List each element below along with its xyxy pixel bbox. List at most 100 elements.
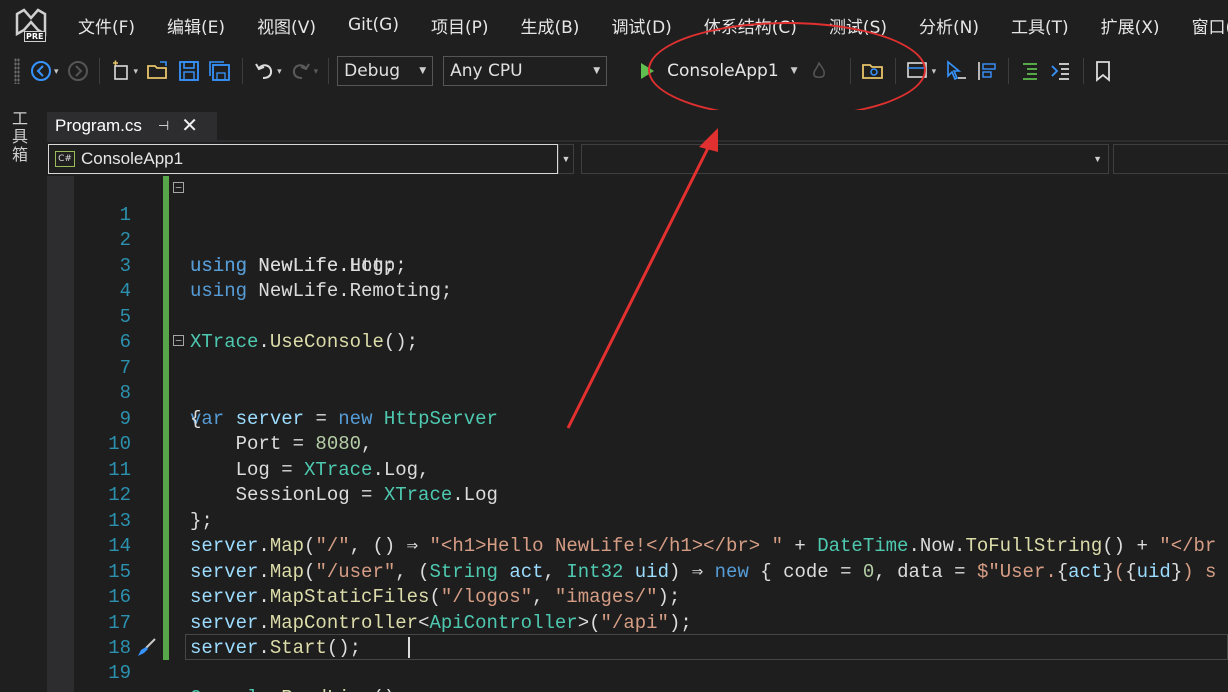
- save-all-button[interactable]: [204, 56, 236, 86]
- menu-window[interactable]: 窗口(W): [1176, 13, 1228, 38]
- new-project-button[interactable]: ▾: [106, 56, 143, 86]
- collapse-icon[interactable]: −: [173, 335, 184, 346]
- preview-badge: PRE: [24, 31, 46, 42]
- code-line: 3 using NewLife.Remoting;: [47, 228, 1228, 303]
- code-line: 1 − using NewLife.Http;: [47, 177, 1228, 277]
- undo-button[interactable]: ▾: [249, 56, 286, 86]
- type-dropdown[interactable]: ▼: [581, 144, 1109, 174]
- code-line: 9 Port = 8080,: [47, 381, 1228, 456]
- browse-folder-button[interactable]: [857, 56, 889, 86]
- platform-value: Any CPU: [450, 61, 523, 81]
- document-tab-strip: Program.cs ⊣ ✕: [47, 110, 1228, 140]
- navigate-forward-button[interactable]: [63, 56, 93, 86]
- align-button[interactable]: [972, 56, 1002, 86]
- open-file-button[interactable]: [142, 56, 174, 86]
- toolbar-separator: [242, 58, 244, 84]
- bookmark-icon: [1096, 61, 1110, 82]
- window-layout-icon: [906, 62, 927, 78]
- solution-platform-select[interactable]: Any CPU ▼: [443, 56, 608, 86]
- layout-button[interactable]: ▾: [902, 56, 941, 86]
- forward-arrow-icon: [67, 61, 88, 81]
- back-arrow-icon: [31, 61, 51, 81]
- chevron-down-icon[interactable]: ▼: [558, 144, 574, 174]
- code-line: 7 − var server = new HttpServer: [47, 330, 1228, 430]
- menu-git[interactable]: Git(G): [332, 15, 415, 35]
- undo-icon: [255, 63, 273, 79]
- navigation-bar: C# ConsoleApp1 ▼ ▼: [47, 142, 1228, 176]
- code-line: 15 server.MapStaticFiles("/logos", "imag…: [47, 534, 1228, 609]
- tab-title: Program.cs: [55, 116, 142, 135]
- menu-edit[interactable]: 编辑(E): [151, 13, 241, 38]
- save-icon: [179, 61, 199, 81]
- code-line: 14 server.Map("/user", (String act, Int3…: [47, 509, 1228, 583]
- standard-toolbar: ▾ ▾ ▾ ▾ Debug ▼ Any CPU ▼ ConsoleApp1 ▼: [0, 50, 1228, 92]
- navigate-back-button[interactable]: ▾: [26, 56, 63, 86]
- chevron-down-icon: ▼: [593, 66, 601, 76]
- code-line: 12 };: [47, 458, 1228, 532]
- toolbar-separator: [1083, 58, 1085, 84]
- play-icon: [641, 63, 655, 79]
- code-line: 2 using NewLife.Log;: [47, 203, 1228, 277]
- pointer-select-icon: [947, 60, 967, 81]
- visual-studio-logo-icon[interactable]: PRE: [14, 8, 48, 42]
- line-number: 19: [108, 661, 131, 684]
- code-cleanup-brush-icon[interactable]: [135, 638, 157, 658]
- folder-search-icon: [861, 64, 883, 79]
- member-dropdown[interactable]: [1113, 144, 1228, 174]
- redo-button[interactable]: ▾: [286, 56, 323, 86]
- comment-lines-button[interactable]: [1015, 56, 1045, 86]
- menu-build[interactable]: 生成(B): [505, 13, 596, 38]
- toolbar-grip[interactable]: [14, 58, 20, 84]
- menu-analyze[interactable]: 分析(N): [903, 13, 995, 38]
- toolbar-separator: [894, 58, 896, 84]
- code-line: 17 server.Start();: [47, 585, 1228, 660]
- code-line: 5 XTrace.UseConsole();: [47, 279, 1228, 354]
- code-text: Console.ReadLine();: [190, 686, 407, 692]
- code-line: 19 Console.ReadLine();: [47, 635, 1228, 692]
- text-cursor: [408, 637, 410, 658]
- run-target-label: ConsoleApp1: [667, 61, 779, 81]
- menu-test[interactable]: 测试(S): [813, 13, 903, 38]
- toolbox-strip: [0, 92, 47, 692]
- pin-icon[interactable]: ⊣: [158, 118, 169, 134]
- chevron-down-icon: ▼: [419, 66, 427, 76]
- code-line: 6: [47, 305, 1228, 353]
- comment-icon: [1023, 63, 1038, 80]
- save-all-icon: [209, 61, 230, 81]
- hot-reload-flame-icon: [812, 62, 825, 78]
- code-line: 18: [47, 611, 1228, 659]
- uncomment-lines-button[interactable]: [1045, 56, 1077, 86]
- chevron-down-icon[interactable]: ▼: [791, 66, 798, 76]
- save-button[interactable]: [174, 56, 204, 86]
- menu-bar: PRE 文件(F) 编辑(E) 视图(V) Git(G) 项目(P) 生成(B)…: [0, 0, 1228, 50]
- menu-architecture[interactable]: 体系结构(C): [688, 13, 813, 38]
- start-debugging-button[interactable]: ConsoleApp1 ▼: [629, 56, 835, 86]
- menu-extensions[interactable]: 扩展(X): [1085, 13, 1176, 38]
- project-name: ConsoleApp1: [81, 149, 184, 168]
- tab-program-cs[interactable]: Program.cs ⊣ ✕: [47, 112, 217, 140]
- solution-configuration-select[interactable]: Debug ▼: [337, 56, 434, 86]
- chevron-down-icon: ▼: [1093, 154, 1102, 164]
- code-line: 10 Log = XTrace.Log,: [47, 407, 1228, 481]
- csharp-project-icon: C#: [55, 151, 75, 167]
- redo-icon: [292, 63, 310, 79]
- menu-file[interactable]: 文件(F): [62, 13, 151, 38]
- menu-project[interactable]: 项目(P): [415, 13, 505, 38]
- code-editor[interactable]: 1 − using NewLife.Http; 2 using NewLife.…: [47, 176, 1228, 692]
- code-line: 16 server.MapController<ApiController>("…: [47, 560, 1228, 634]
- new-project-icon: [112, 60, 128, 80]
- toolbox-tab[interactable]: 工具箱: [12, 110, 32, 164]
- menu-debug[interactable]: 调试(D): [595, 13, 687, 38]
- menu-view[interactable]: 视图(V): [241, 13, 332, 38]
- select-element-button[interactable]: [940, 56, 972, 86]
- menu-tools[interactable]: 工具(T): [995, 13, 1085, 38]
- project-dropdown[interactable]: C# ConsoleApp1: [48, 144, 558, 174]
- collapse-icon[interactable]: −: [173, 182, 184, 193]
- toolbar-separator: [328, 58, 330, 84]
- close-icon[interactable]: ✕: [181, 116, 198, 136]
- toolbar-separator: [98, 58, 100, 84]
- code-line: 4: [47, 254, 1228, 302]
- toolbar-separator: [849, 58, 851, 84]
- uncomment-icon: [1051, 63, 1070, 80]
- bookmark-button[interactable]: [1090, 56, 1116, 86]
